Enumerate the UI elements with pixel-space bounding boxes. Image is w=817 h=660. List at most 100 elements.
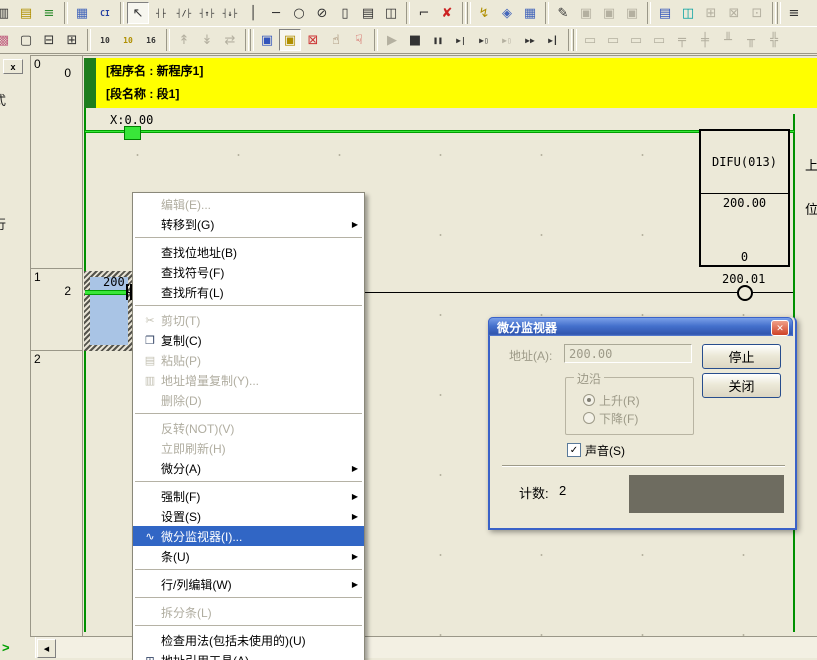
menu-item-check-usage[interactable]: 检查用法(包括未使用的)(U) bbox=[133, 630, 364, 650]
work-online-icon[interactable]: ▣ bbox=[256, 29, 278, 51]
mnemonic-view-icon[interactable]: ▤ bbox=[15, 2, 37, 24]
menu-item-find-all[interactable]: 查找所有(L) bbox=[133, 282, 364, 302]
address-field[interactable]: 200.00 bbox=[564, 344, 692, 363]
menu-item-row-column-edit[interactable]: 行/列编辑(W) ▶ bbox=[133, 574, 364, 594]
stop-icon[interactable]: ■ bbox=[404, 29, 426, 51]
commit-icon[interactable]: ▣ bbox=[575, 2, 597, 24]
line-connect-tool-icon[interactable]: ⌐ bbox=[413, 2, 435, 24]
close-button[interactable]: 关闭 bbox=[702, 373, 781, 398]
closed-coil-tool-icon[interactable]: ⊘ bbox=[311, 2, 333, 24]
plc-device-icon[interactable]: ▩ bbox=[0, 29, 14, 51]
instruction-operand[interactable]: 200.00 bbox=[701, 194, 788, 212]
transfer-icon[interactable]: ⇄ bbox=[219, 29, 241, 51]
dialog-title-bar[interactable]: 微分监视器 ✕ bbox=[488, 317, 793, 336]
menu-item-copy[interactable]: ❐ 复制(C) bbox=[133, 330, 364, 350]
open-contact-energized[interactable] bbox=[124, 126, 141, 140]
rising-contact-tool-icon[interactable]: ┤↑├ bbox=[196, 2, 218, 24]
menu-item-find-symbol[interactable]: 查找符号(F) bbox=[133, 262, 364, 282]
pane-splitter-handle[interactable] bbox=[30, 637, 36, 658]
scroll-left-arrow-icon[interactable]: ◀ bbox=[37, 639, 56, 658]
falling-contact-tool-icon[interactable]: ┤↓├ bbox=[219, 2, 241, 24]
menu-item-address-reference-tool[interactable]: ⊞ 地址引用工具(A) bbox=[133, 650, 364, 660]
lines-icon[interactable]: ≡ bbox=[783, 2, 805, 24]
instruction-block-tool-icon[interactable]: ▤ bbox=[357, 2, 379, 24]
window-check-icon[interactable]: ⊡ bbox=[746, 2, 768, 24]
address-list-icon[interactable]: ▤ bbox=[654, 2, 676, 24]
pane-monitor-icon-1[interactable]: ▭ bbox=[579, 29, 601, 51]
window-edit-icon[interactable]: ⊞ bbox=[700, 2, 722, 24]
menu-item-force[interactable]: 强制(F) ▶ bbox=[133, 486, 364, 506]
step-out-icon[interactable]: ▶▯ bbox=[496, 29, 518, 51]
sound-checkbox[interactable]: ✓ bbox=[567, 443, 581, 457]
dialog-close-icon[interactable]: ✕ bbox=[771, 320, 789, 336]
menu-item-set[interactable]: 设置(S) ▶ bbox=[133, 506, 364, 526]
force-hand-icon[interactable]: ☝ bbox=[325, 29, 347, 51]
differential-toolbar-icon-1[interactable]: ╤ bbox=[671, 29, 693, 51]
menu-item-edit[interactable]: 编辑(E)... bbox=[133, 194, 364, 214]
io-table-icon[interactable]: ⊞ bbox=[61, 29, 83, 51]
horizontal-line-tool-icon[interactable]: ─ bbox=[265, 2, 287, 24]
differentiate-icon[interactable]: ◈ bbox=[496, 2, 518, 24]
grid-edit-icon[interactable]: ▦ bbox=[519, 2, 541, 24]
page-view-icon[interactable]: ▢ bbox=[15, 29, 37, 51]
pause-monitoring-icon[interactable]: ⊠ bbox=[302, 29, 324, 51]
monitor-mode-icon[interactable]: ▣ bbox=[279, 29, 301, 51]
menu-item-differential-monitor[interactable]: ∿ 微分监视器(I)... bbox=[133, 526, 364, 546]
upload-icon[interactable]: ↟ bbox=[173, 29, 195, 51]
ci-view-icon[interactable]: CI bbox=[94, 2, 116, 24]
force-set-bit-icon[interactable]: ↯ bbox=[473, 2, 495, 24]
pane-monitor-icon-3[interactable]: ▭ bbox=[625, 29, 647, 51]
open-contact-tool-icon[interactable]: ┤├ bbox=[150, 2, 172, 24]
rising-edge-radio[interactable] bbox=[583, 394, 595, 406]
checkin-icon[interactable]: ▣ bbox=[598, 2, 620, 24]
instruction-tool-icon[interactable]: ▯ bbox=[334, 2, 356, 24]
menu-item-paste[interactable]: ▤ 粘贴(P) bbox=[133, 350, 364, 370]
download-icon[interactable]: ↡ bbox=[196, 29, 218, 51]
differential-toolbar-icon-5[interactable]: ╬ bbox=[763, 29, 785, 51]
open-coil-tool-icon[interactable]: ○ bbox=[288, 2, 310, 24]
scan-run-icon[interactable]: ▶┃ bbox=[542, 29, 564, 51]
window-find-icon[interactable]: ⊠ bbox=[723, 2, 745, 24]
sma-grid-icon[interactable]: ▦ bbox=[71, 2, 93, 24]
output-coil[interactable] bbox=[737, 285, 753, 301]
compare-icon[interactable]: ▣ bbox=[621, 2, 643, 24]
vertical-instruction-tool-icon[interactable]: ◫ bbox=[380, 2, 402, 24]
run-icon[interactable]: ▶ bbox=[381, 29, 403, 51]
stop-button[interactable]: 停止 bbox=[702, 344, 781, 369]
menu-item-cut[interactable]: ✂ 剪切(T) bbox=[133, 310, 364, 330]
pointer-tool-icon[interactable]: ↖ bbox=[127, 2, 149, 24]
menu-item-rung[interactable]: 条(U) ▶ bbox=[133, 546, 364, 566]
pane-monitor-icon-4[interactable]: ▭ bbox=[648, 29, 670, 51]
menu-item-differentiate[interactable]: 微分(A) ▶ bbox=[133, 458, 364, 478]
menu-item-split-rung[interactable]: 拆分条(L) bbox=[133, 602, 364, 622]
pane-close-icon[interactable]: x bbox=[3, 59, 23, 74]
menu-item-immediate-refresh[interactable]: 立即刷新(H) bbox=[133, 438, 364, 458]
step-run-icon[interactable]: ▶| bbox=[450, 29, 472, 51]
symbol-table-icon[interactable]: ≡ bbox=[38, 2, 60, 24]
menu-item-invert-not[interactable]: 反转(NOT)(V) bbox=[133, 418, 364, 438]
pause-icon[interactable]: ❚❚ bbox=[427, 29, 449, 51]
differential-toolbar-icon-2[interactable]: ╪ bbox=[694, 29, 716, 51]
hex-monitor-icon[interactable]: 16 bbox=[140, 29, 162, 51]
watch-window-icon[interactable]: ◫ bbox=[677, 2, 699, 24]
dialog-view-icon[interactable]: ⊟ bbox=[38, 29, 60, 51]
falling-edge-radio[interactable] bbox=[583, 412, 595, 424]
continuous-step-run-icon[interactable]: ▶▶ bbox=[519, 29, 541, 51]
menu-item-delete[interactable]: 删除(D) bbox=[133, 390, 364, 410]
difu-instruction-block[interactable]: DIFU(013) 200.00 0 bbox=[699, 129, 790, 267]
decimal-monitor-icon[interactable]: 10 bbox=[94, 29, 116, 51]
signed-decimal-monitor-icon[interactable]: 10 bbox=[117, 29, 139, 51]
pane-monitor-icon-2[interactable]: ▭ bbox=[602, 29, 624, 51]
differential-toolbar-icon-4[interactable]: ╥ bbox=[740, 29, 762, 51]
force-cancel-hand-icon[interactable]: ☟ bbox=[348, 29, 370, 51]
step-into-icon[interactable]: ▶▯ bbox=[473, 29, 495, 51]
closed-contact-tool-icon[interactable]: ┤/├ bbox=[173, 2, 195, 24]
diagram-view-icon[interactable]: ▥ bbox=[0, 2, 14, 24]
menu-item-find-bit-address[interactable]: 查找位地址(B) bbox=[133, 242, 364, 262]
line-delete-tool-icon[interactable]: ✘ bbox=[436, 2, 458, 24]
menu-item-goto[interactable]: 转移到(G) ▶ bbox=[133, 214, 364, 234]
edit-comment-icon[interactable]: ✎ bbox=[552, 2, 574, 24]
toolbar-overflow-chevron-icon[interactable]: > bbox=[2, 640, 10, 655]
differential-toolbar-icon-3[interactable]: ╨ bbox=[717, 29, 739, 51]
vertical-line-tool-icon[interactable]: │ bbox=[242, 2, 264, 24]
